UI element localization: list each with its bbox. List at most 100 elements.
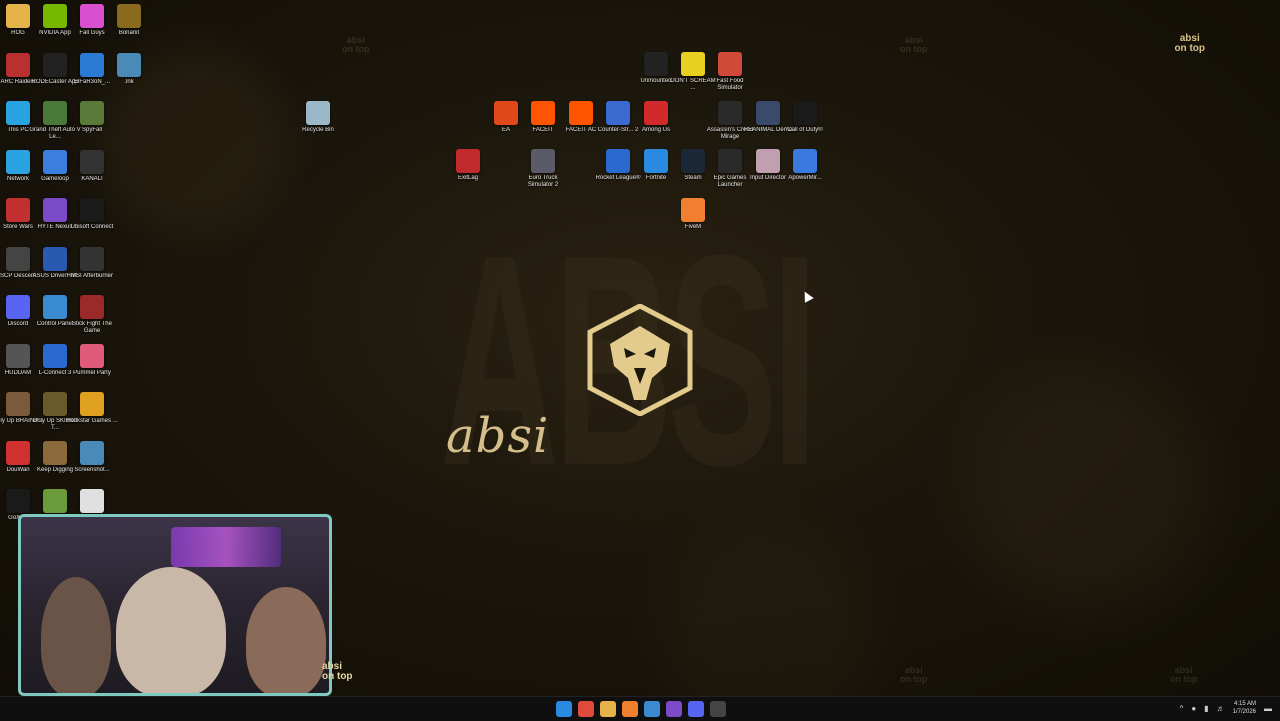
desktop-icon-label: Call of Duty® bbox=[787, 127, 823, 133]
input-director-icon bbox=[756, 149, 780, 173]
chrome-icon bbox=[80, 489, 104, 513]
microphone-icon[interactable]: ● bbox=[1191, 704, 1196, 713]
store-wars-icon bbox=[6, 198, 30, 222]
start-icon[interactable] bbox=[556, 701, 572, 717]
desktop-icon-label: Euro Truck Simulator 2 bbox=[527, 175, 559, 188]
folder-icon bbox=[6, 4, 30, 28]
euro-truck-icon bbox=[531, 149, 555, 173]
desktop-icon-label: Stick Fight The Game bbox=[72, 321, 112, 334]
eagle-emblem-icon bbox=[587, 304, 693, 416]
desktop-icon[interactable]: .lnk bbox=[105, 52, 153, 86]
desktop-icon[interactable]: Bonanit bbox=[105, 4, 153, 37]
desktop-icon[interactable]: Ubisoft Connect bbox=[68, 198, 116, 231]
network-icon bbox=[6, 149, 30, 174]
desktop-icon[interactable]: Pummel Party bbox=[68, 343, 116, 377]
desktop-icon[interactable] bbox=[68, 489, 116, 515]
watermark: absi on top bbox=[1170, 665, 1198, 684]
wallpaper-script-text: absi bbox=[446, 408, 550, 464]
document-icon bbox=[80, 52, 104, 77]
fall-guys-icon bbox=[80, 4, 104, 28]
epic-games-icon bbox=[718, 149, 742, 173]
watermark: absi on top bbox=[342, 35, 370, 54]
rodecaster-icon bbox=[43, 52, 67, 77]
ea-icon bbox=[494, 101, 518, 125]
desktop-icon[interactable]: Euro Truck Simulator 2 bbox=[519, 149, 567, 189]
desktop-icon[interactable]: Recycle Bin bbox=[294, 101, 342, 134]
network-icon[interactable]: ▮ bbox=[1204, 704, 1208, 713]
webcam-person bbox=[41, 577, 111, 693]
webcam-person bbox=[246, 587, 326, 693]
hyte-icon[interactable] bbox=[666, 701, 682, 717]
volume-icon[interactable]: ♬ bbox=[1217, 704, 1225, 713]
desktop-icon-label: ExitLag bbox=[457, 175, 478, 181]
desktop-icon[interactable]: Among Us bbox=[632, 101, 680, 134]
app-icon[interactable] bbox=[644, 701, 660, 717]
desktop-icon[interactable]: ExitLag bbox=[444, 149, 492, 182]
desktop-icon-label: Fast Food Simulator bbox=[716, 78, 744, 91]
desktop-icon-label: MSI Afterburner bbox=[70, 272, 114, 279]
shortcut-icon bbox=[117, 52, 141, 77]
desktop-icon[interactable]: Fast Food Simulator bbox=[706, 52, 754, 92]
webcam-overlay bbox=[18, 514, 332, 696]
file-explorer-icon[interactable] bbox=[600, 701, 616, 717]
unmounted-icon bbox=[644, 52, 668, 76]
chrome-icon[interactable] bbox=[578, 701, 594, 717]
faceit-ac-icon bbox=[569, 101, 593, 125]
discord-icon bbox=[6, 295, 30, 319]
keep-digging-icon bbox=[43, 440, 67, 465]
desktop-icon[interactable]: FiveM bbox=[669, 198, 717, 231]
douwan-icon bbox=[6, 440, 30, 465]
arc-raiders-icon bbox=[6, 52, 30, 77]
capture-icon[interactable] bbox=[710, 701, 726, 717]
taskbar-apps bbox=[556, 701, 726, 717]
call-of-duty-icon bbox=[793, 101, 817, 125]
desktop-icon[interactable]: MSI Afterburner bbox=[68, 246, 116, 280]
hyte-icon bbox=[43, 198, 67, 222]
asus-icon bbox=[43, 246, 67, 271]
rockstar-icon bbox=[80, 392, 104, 416]
desktop-icon-label: Rockstar Games ... bbox=[66, 418, 118, 424]
counter-strike-icon bbox=[606, 101, 630, 125]
desktop-icon-label: .lnk bbox=[124, 78, 134, 85]
screenshot-icon bbox=[80, 440, 104, 465]
fivem-icon bbox=[681, 198, 705, 222]
kanali-icon bbox=[80, 149, 104, 174]
desktop-icon[interactable]: Rockstar Games ... bbox=[66, 392, 118, 425]
stick-fight-icon bbox=[80, 295, 104, 319]
steam-icon bbox=[681, 149, 705, 173]
minecraft-icon bbox=[43, 489, 67, 513]
apowermirror-icon bbox=[793, 149, 817, 173]
desktop-icon-label: ApowerMir... bbox=[788, 175, 822, 181]
this-pc-icon bbox=[6, 101, 30, 125]
desktop-icon[interactable]: KANALI bbox=[68, 149, 116, 183]
desktop-icon[interactable]: Stick Fight The Game bbox=[68, 295, 116, 335]
desktop-icon[interactable]: SpyFall bbox=[68, 101, 116, 134]
discord-icon[interactable] bbox=[688, 701, 704, 717]
nvidia-icon bbox=[43, 4, 67, 28]
rocket-league-icon bbox=[606, 149, 630, 173]
desktop-icon[interactable]: Screenshot... bbox=[68, 440, 116, 474]
lconnect-icon bbox=[43, 343, 67, 368]
fivem-icon[interactable] bbox=[622, 701, 638, 717]
notification-icon[interactable]: ▬ bbox=[1264, 704, 1272, 713]
desktop-icon-label: Among Us bbox=[641, 127, 670, 133]
fast-food-icon bbox=[718, 52, 742, 76]
faceit-icon bbox=[531, 101, 555, 125]
spyfall-icon bbox=[80, 101, 104, 125]
desktop-icon[interactable]: ApowerMir... bbox=[781, 149, 829, 182]
recycle-bin-icon bbox=[306, 101, 330, 125]
ubisoft-icon bbox=[80, 198, 104, 222]
chevron-up-icon[interactable]: ^ bbox=[1180, 704, 1184, 713]
only-up-icon bbox=[6, 392, 30, 416]
desktop-icon-label: Screenshot... bbox=[74, 466, 110, 473]
watermark: absi on top bbox=[900, 665, 928, 684]
watermark-top-right: absi on top bbox=[1174, 33, 1205, 54]
desktop-icon-label: Recycle Bin bbox=[302, 127, 334, 133]
gta-icon bbox=[43, 101, 67, 125]
watermark: absi on top bbox=[900, 35, 928, 54]
webcam-badge: absi on top bbox=[322, 661, 353, 682]
desktop-icon[interactable]: Call of Duty® bbox=[781, 101, 829, 134]
desktop-icon-label: Bonanit bbox=[118, 30, 140, 36]
webcam-person bbox=[116, 567, 226, 693]
clock[interactable]: 4:15 AM 1/7/2026 bbox=[1233, 700, 1256, 716]
